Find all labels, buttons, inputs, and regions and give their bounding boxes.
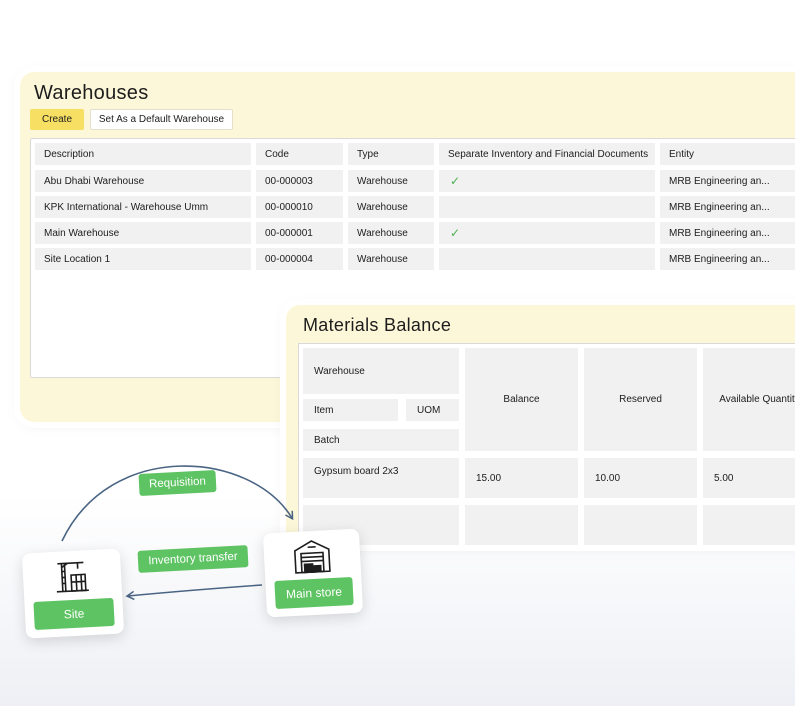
main-store-label: Main store [274,576,354,609]
checkmark-icon: ✓ [450,174,461,188]
transfer-arrow [125,584,263,601]
row-code: 00-000003 [256,170,343,192]
site-card[interactable]: Site [21,548,125,639]
materials-balance-panel: Materials Balance Warehouse Item UOM Bat… [286,305,795,545]
row-code: 00-000004 [256,248,343,270]
column-header-description[interactable]: Description [35,143,251,165]
row-item: Gypsum board 2x3 [303,458,459,498]
row-type: Warehouse [348,222,434,244]
column-header-item[interactable]: Item [303,399,398,421]
row-type: Warehouse [348,248,434,270]
requisition-label: Requisition [138,470,217,496]
column-header-batch[interactable]: Batch [303,429,459,451]
checkmark-icon: ✓ [450,226,461,240]
column-header-separate-documents[interactable]: Separate Inventory and Financial Documen… [439,143,655,165]
row-type: Warehouse [348,196,434,218]
row-entity: MRB Engineering an... [660,196,795,218]
row-description: Site Location 1 [35,248,251,270]
materials-balance-title: Materials Balance [303,315,452,335]
warehouse-icon [293,540,331,574]
column-header-code[interactable]: Code [256,143,343,165]
column-header-available-quantity[interactable]: Available Quantity [703,348,795,451]
inventory-transfer-label: Inventory transfer [137,545,249,573]
construction-crane-icon [56,561,89,593]
column-header-uom[interactable]: UOM [406,399,459,421]
row-available [703,505,795,545]
column-header-balance[interactable]: Balance [465,348,578,451]
row-separate-documents [439,196,655,218]
row-separate-documents [439,248,655,270]
row-reserved: 10.00 [584,458,697,498]
row-description: Main Warehouse [35,222,251,244]
main-store-card[interactable]: Main store [262,528,364,618]
row-balance [465,505,578,545]
row-separate-documents: ✓ [439,222,655,244]
set-default-warehouse-button[interactable]: Set As a Default Warehouse [90,109,233,130]
row-entity: MRB Engineering an... [660,248,795,270]
row-available: 5.00 [703,458,795,498]
create-button[interactable]: Create [30,109,84,130]
row-separate-documents: ✓ [439,170,655,192]
column-header-warehouse[interactable]: Warehouse [303,348,459,394]
row-code: 00-000001 [256,222,343,244]
row-entity: MRB Engineering an... [660,170,795,192]
site-label: Site [33,597,115,631]
row-balance: 15.00 [465,458,578,498]
materials-balance-table: Warehouse Item UOM Batch Balance Reserve… [298,343,795,545]
row-description: Abu Dhabi Warehouse [35,170,251,192]
row-reserved [584,505,697,545]
column-header-reserved[interactable]: Reserved [584,348,697,451]
column-header-type[interactable]: Type [348,143,434,165]
warehouses-title: Warehouses [34,82,149,104]
row-type: Warehouse [348,170,434,192]
row-entity: MRB Engineering an... [660,222,795,244]
row-description: KPK International - Warehouse Umm [35,196,251,218]
column-header-entity[interactable]: Entity [660,143,795,165]
row-code: 00-000010 [256,196,343,218]
